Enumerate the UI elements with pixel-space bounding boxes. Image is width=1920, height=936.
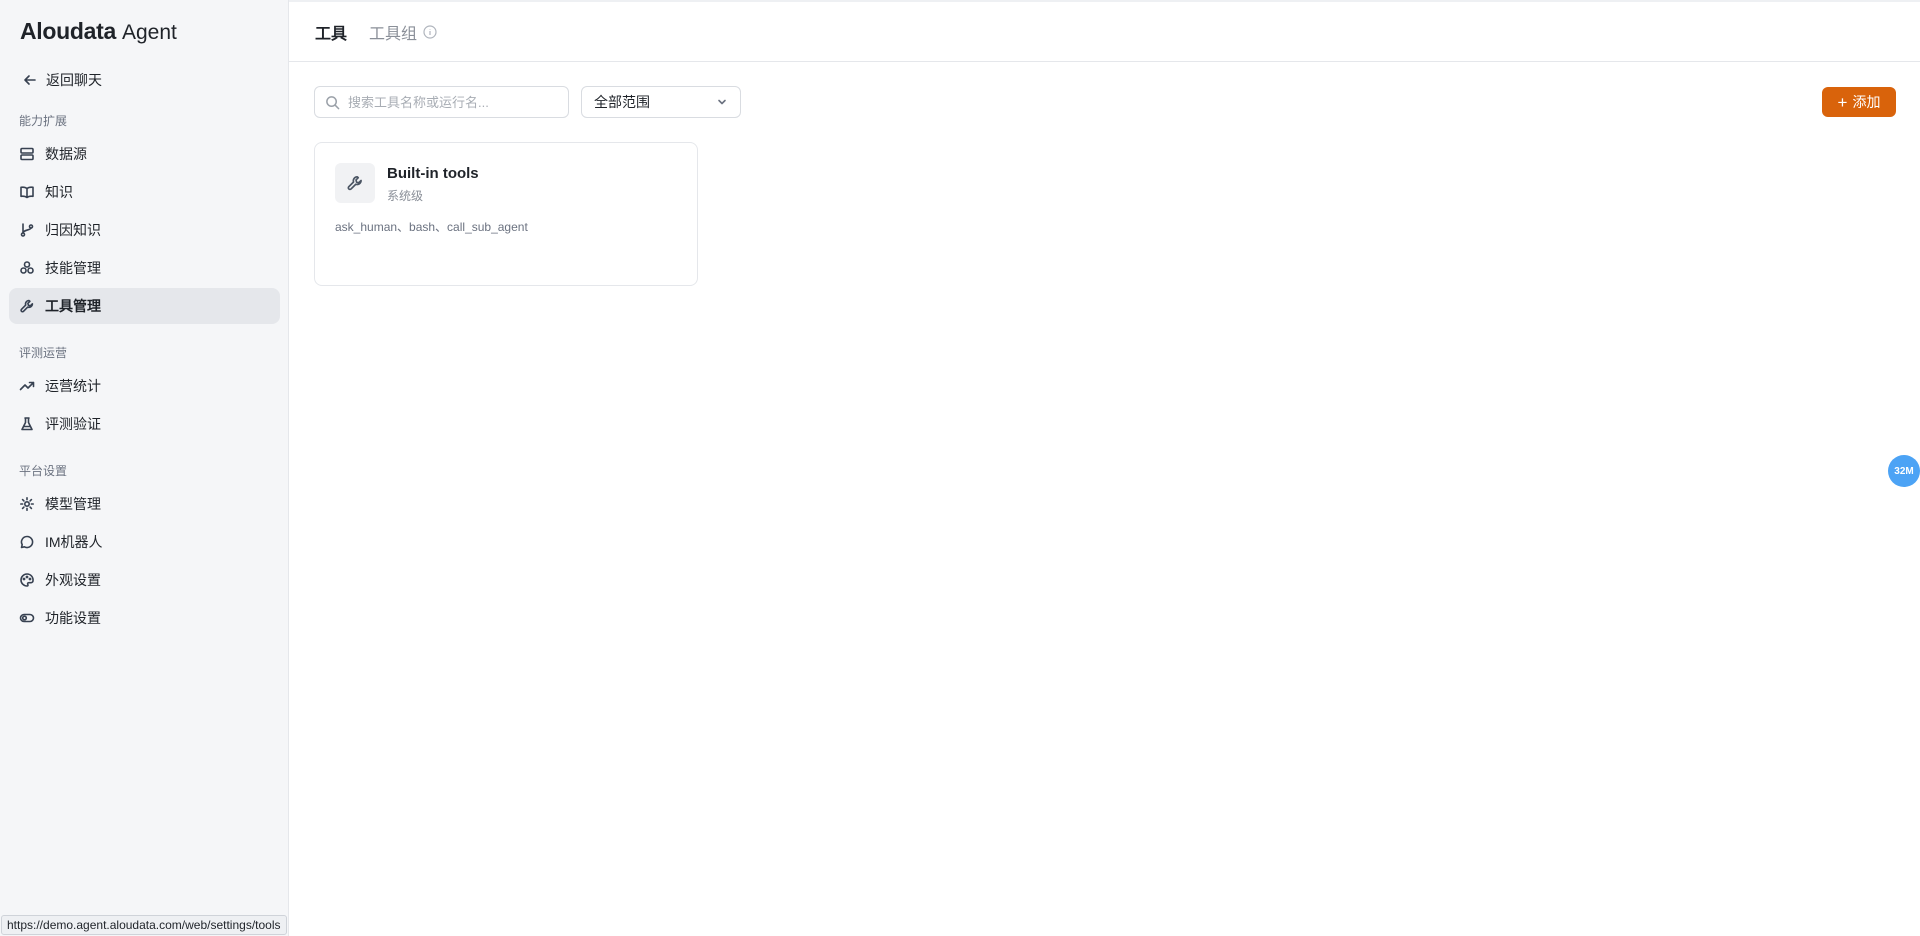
flask-icon: [21, 417, 33, 431]
tab-label: 工具: [315, 25, 348, 43]
search-input[interactable]: [348, 94, 548, 110]
card-subtitle: 系统级: [387, 189, 424, 203]
branch-icon: [20, 223, 34, 237]
sidebar-item-label: 运营统计: [45, 378, 101, 394]
sidebar-item-label: 评测验证: [45, 416, 101, 432]
status-bar-url: https://demo.agent.aloudata.com/web/sett…: [1, 915, 287, 935]
scope-select[interactable]: 全部范围: [581, 86, 741, 118]
sidebar-item-label: 外观设置: [45, 572, 101, 588]
arrow-left-icon: [24, 75, 36, 85]
sidebar-item-models[interactable]: 模型管理: [9, 486, 280, 522]
sidebar-item-attribution-knowledge[interactable]: 归因知识: [9, 212, 280, 248]
trending-up-icon: [19, 381, 35, 391]
sidebar-item-label: 数据源: [45, 146, 87, 162]
chat-bubble-icon: [20, 535, 34, 549]
sidebar-item-evaluation[interactable]: 评测验证: [9, 406, 280, 442]
section-label-evaluation: 评测运营: [19, 346, 68, 360]
add-button-label: 添加: [1852, 94, 1881, 110]
info-icon[interactable]: [423, 24, 437, 39]
main-content: 工具 工具组 全部范围 + 添加 Built-in tools 系统级 ask_…: [289, 0, 1920, 936]
add-button[interactable]: + 添加: [1822, 87, 1896, 117]
sidebar-item-knowledge[interactable]: 知识: [9, 174, 280, 210]
book-icon: [20, 186, 34, 199]
tab-tool-groups[interactable]: 工具组: [369, 20, 437, 44]
search-icon: [326, 95, 340, 109]
card-title: Built-in tools: [387, 165, 479, 182]
tab-tools[interactable]: 工具: [315, 20, 347, 44]
sidebar-item-appearance[interactable]: 外观设置: [9, 562, 280, 598]
sidebar-item-im-bot[interactable]: IM机器人: [9, 524, 280, 560]
sidebar-item-features[interactable]: 功能设置: [9, 600, 280, 636]
back-to-chat-link[interactable]: 返回聊天: [22, 68, 102, 92]
sidebar-item-skills[interactable]: 技能管理: [9, 250, 280, 286]
chevron-down-icon: [718, 99, 726, 105]
section-label-capabilities: 能力扩展: [19, 114, 68, 128]
sidebar-item-label: 工具管理: [45, 298, 101, 314]
logo-product: Agent: [122, 21, 177, 44]
tab-label: 工具组: [369, 25, 418, 43]
sidebar-item-tools[interactable]: 工具管理: [9, 288, 280, 324]
plus-icon: +: [1837, 92, 1848, 112]
wrench-icon: [20, 299, 34, 313]
search-box: [314, 86, 569, 118]
sidebar: Aloudata Agent 返回聊天 能力扩展 数据源 知识 归因知识 技能管…: [0, 0, 289, 936]
sidebar-item-label: 模型管理: [45, 496, 101, 512]
scope-select-value: 全部范围: [594, 94, 650, 110]
logo-brand: Aloudata: [20, 18, 116, 44]
tool-card-built-in[interactable]: Built-in tools 系统级 ask_human、bash、call_s…: [314, 142, 698, 286]
section-label-platform: 平台设置: [19, 464, 68, 478]
sidebar-item-label: IM机器人: [45, 534, 103, 550]
tab-bar: 工具 工具组: [289, 2, 1920, 62]
sidebar-item-datasource[interactable]: 数据源: [9, 136, 280, 172]
card-tool-list: ask_human、bash、call_sub_agent: [335, 220, 528, 234]
database-icon: [20, 147, 34, 161]
card-icon-box: [335, 163, 375, 203]
sidebar-item-label: 功能设置: [45, 610, 101, 626]
gear-icon: [20, 497, 34, 511]
memory-badge[interactable]: 32M: [1888, 455, 1920, 487]
toggle-icon: [19, 613, 35, 623]
sidebar-item-label: 技能管理: [45, 260, 101, 276]
logo: Aloudata Agent: [20, 18, 177, 48]
wrench-icon: [347, 175, 362, 191]
sidebar-item-operations-stats[interactable]: 运营统计: [9, 368, 280, 404]
sidebar-item-label: 归因知识: [45, 222, 101, 238]
sidebar-item-label: 知识: [45, 184, 73, 200]
back-label: 返回聊天: [46, 72, 102, 88]
palette-icon: [20, 573, 34, 587]
skills-icon: [20, 261, 34, 274]
